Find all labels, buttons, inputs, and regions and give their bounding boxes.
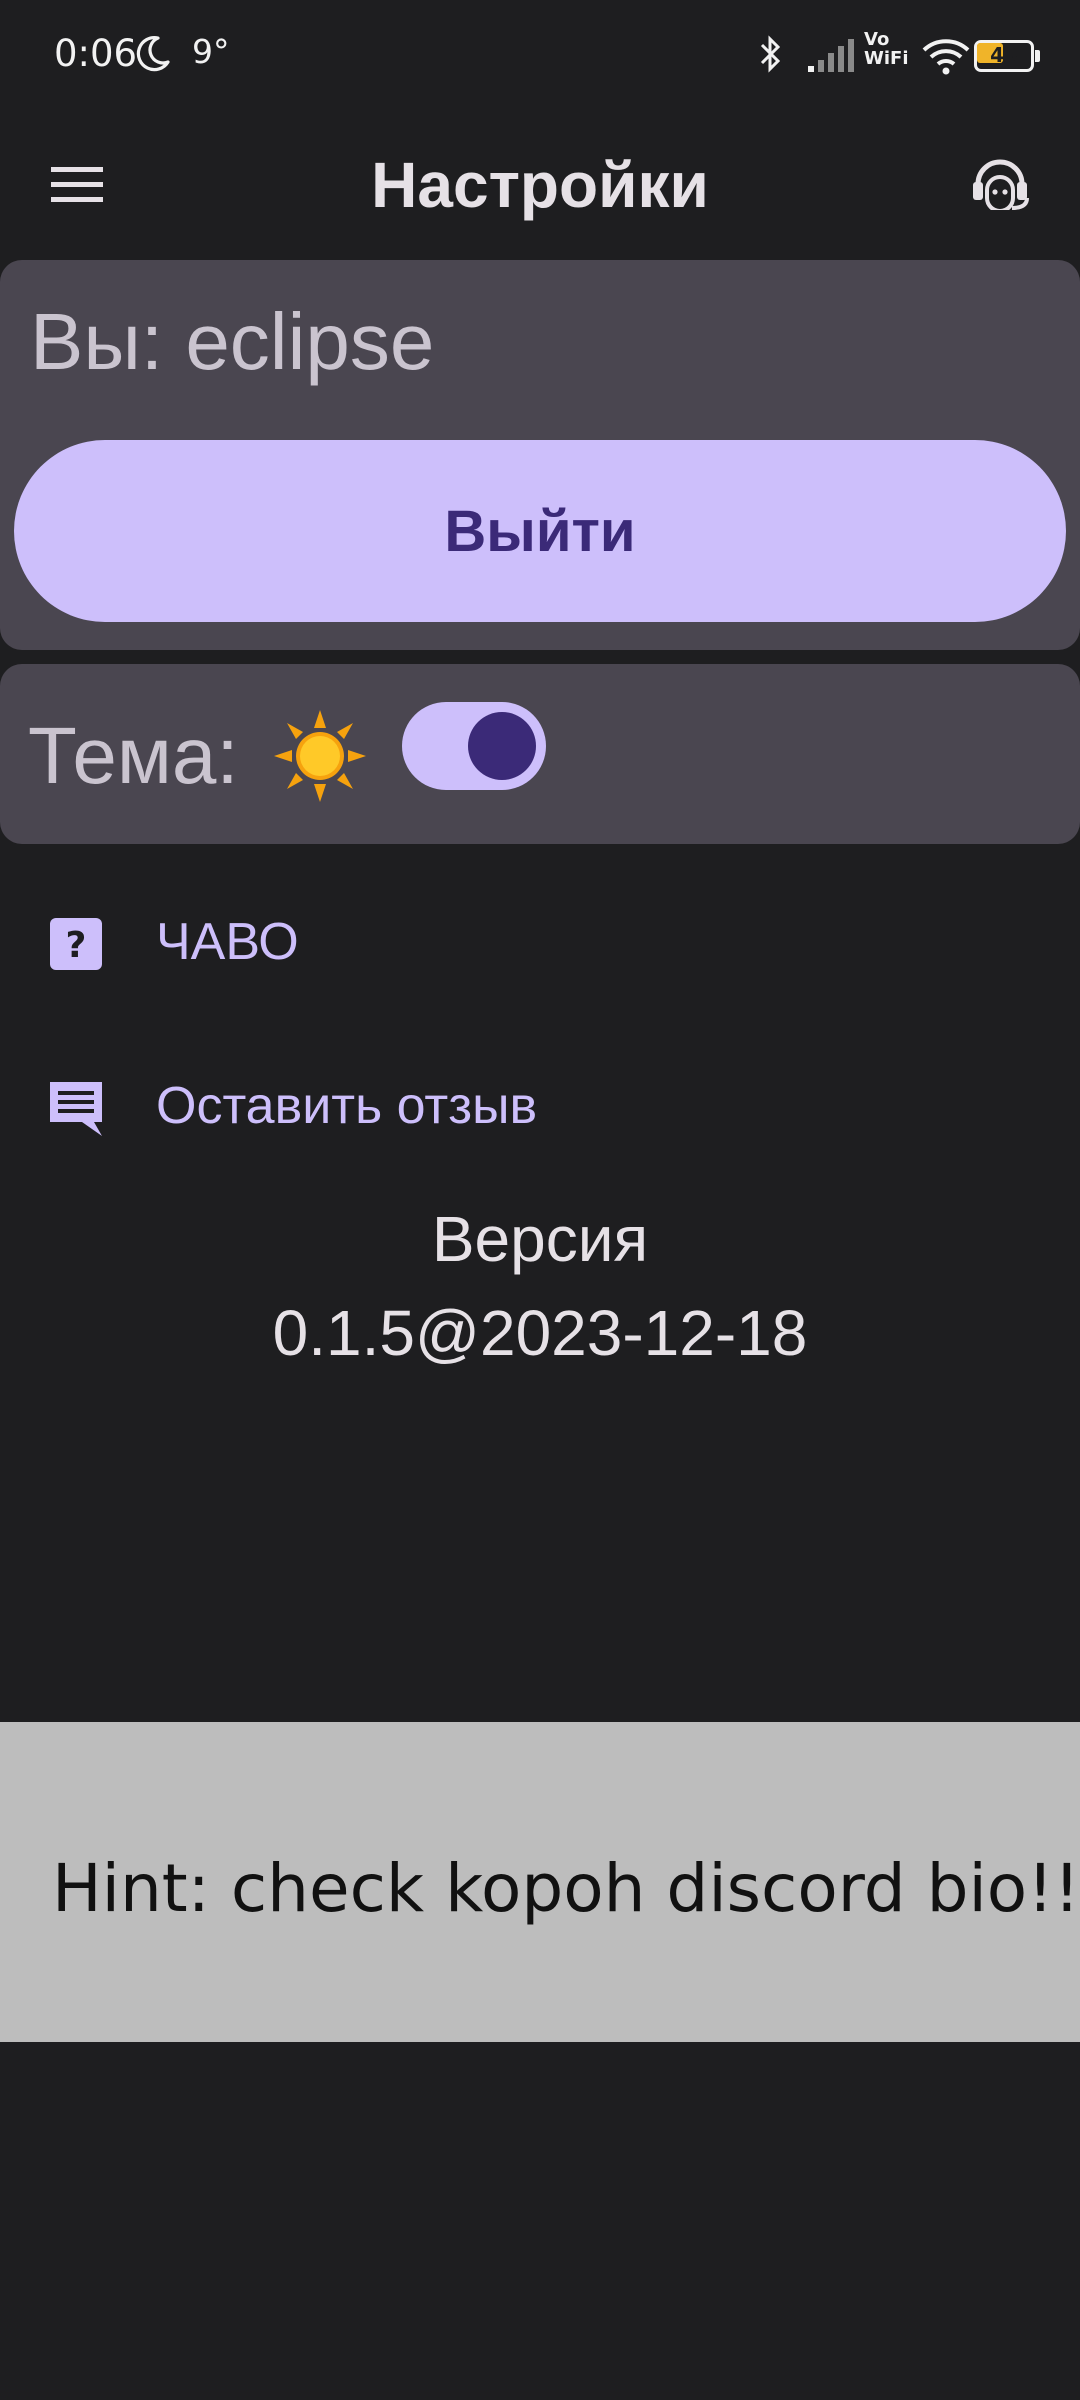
account-card: Вы: eclipse Выйти (0, 260, 1080, 650)
status-time: 0:06 (54, 32, 138, 75)
feedback-label: Оставить отзыв (156, 1077, 538, 1135)
feedback-item[interactable]: Оставить отзыв (0, 1044, 1080, 1164)
settings-screen: 0:06 9° Vo WiFi 49 Настройки Вы: eclipse… (0, 0, 1080, 2400)
version-block: Версия 0.1.5@2023-12-18 (0, 1192, 1080, 1380)
battery-icon: 49 (974, 40, 1040, 72)
hint-banner: Hint: check koроh discord bio!! (0, 1722, 1080, 2042)
top-app-bar: Настройки (0, 110, 1080, 260)
menu-icon[interactable] (40, 148, 114, 222)
version-label: Версия (431, 1203, 649, 1275)
svg-text:?: ? (66, 925, 87, 966)
wifi-icon (922, 39, 970, 75)
battery-level: 49 (990, 43, 1018, 67)
current-user-label: Вы: eclipse (30, 297, 435, 386)
vowifi-label: Vo WiFi (864, 29, 909, 69)
hint-text: Hint: check koроh discord bio!! (52, 1850, 1080, 1927)
theme-label: Тема: (28, 711, 239, 800)
theme-card: Тема: (0, 664, 1080, 844)
status-temperature: 9° (192, 32, 230, 71)
theme-toggle-thumb (468, 712, 536, 780)
theme-toggle[interactable] (402, 702, 546, 790)
page-title: Настройки (371, 149, 709, 221)
help-icon: ? (50, 918, 102, 970)
status-bar: 0:06 9° Vo WiFi 49 (0, 0, 1080, 110)
feedback-icon (50, 1082, 102, 1136)
faq-label: ЧАВО (156, 913, 299, 971)
moon-icon (136, 35, 170, 72)
bluetooth-icon (760, 35, 781, 73)
faq-item[interactable]: ? ЧАВО (0, 880, 1080, 1000)
signal-icon (808, 39, 854, 72)
version-value: 0.1.5@2023-12-18 (272, 1297, 808, 1369)
sun-icon (274, 710, 366, 802)
support-headset-icon[interactable] (960, 142, 1040, 222)
logout-button[interactable]: Выйти (14, 440, 1066, 622)
